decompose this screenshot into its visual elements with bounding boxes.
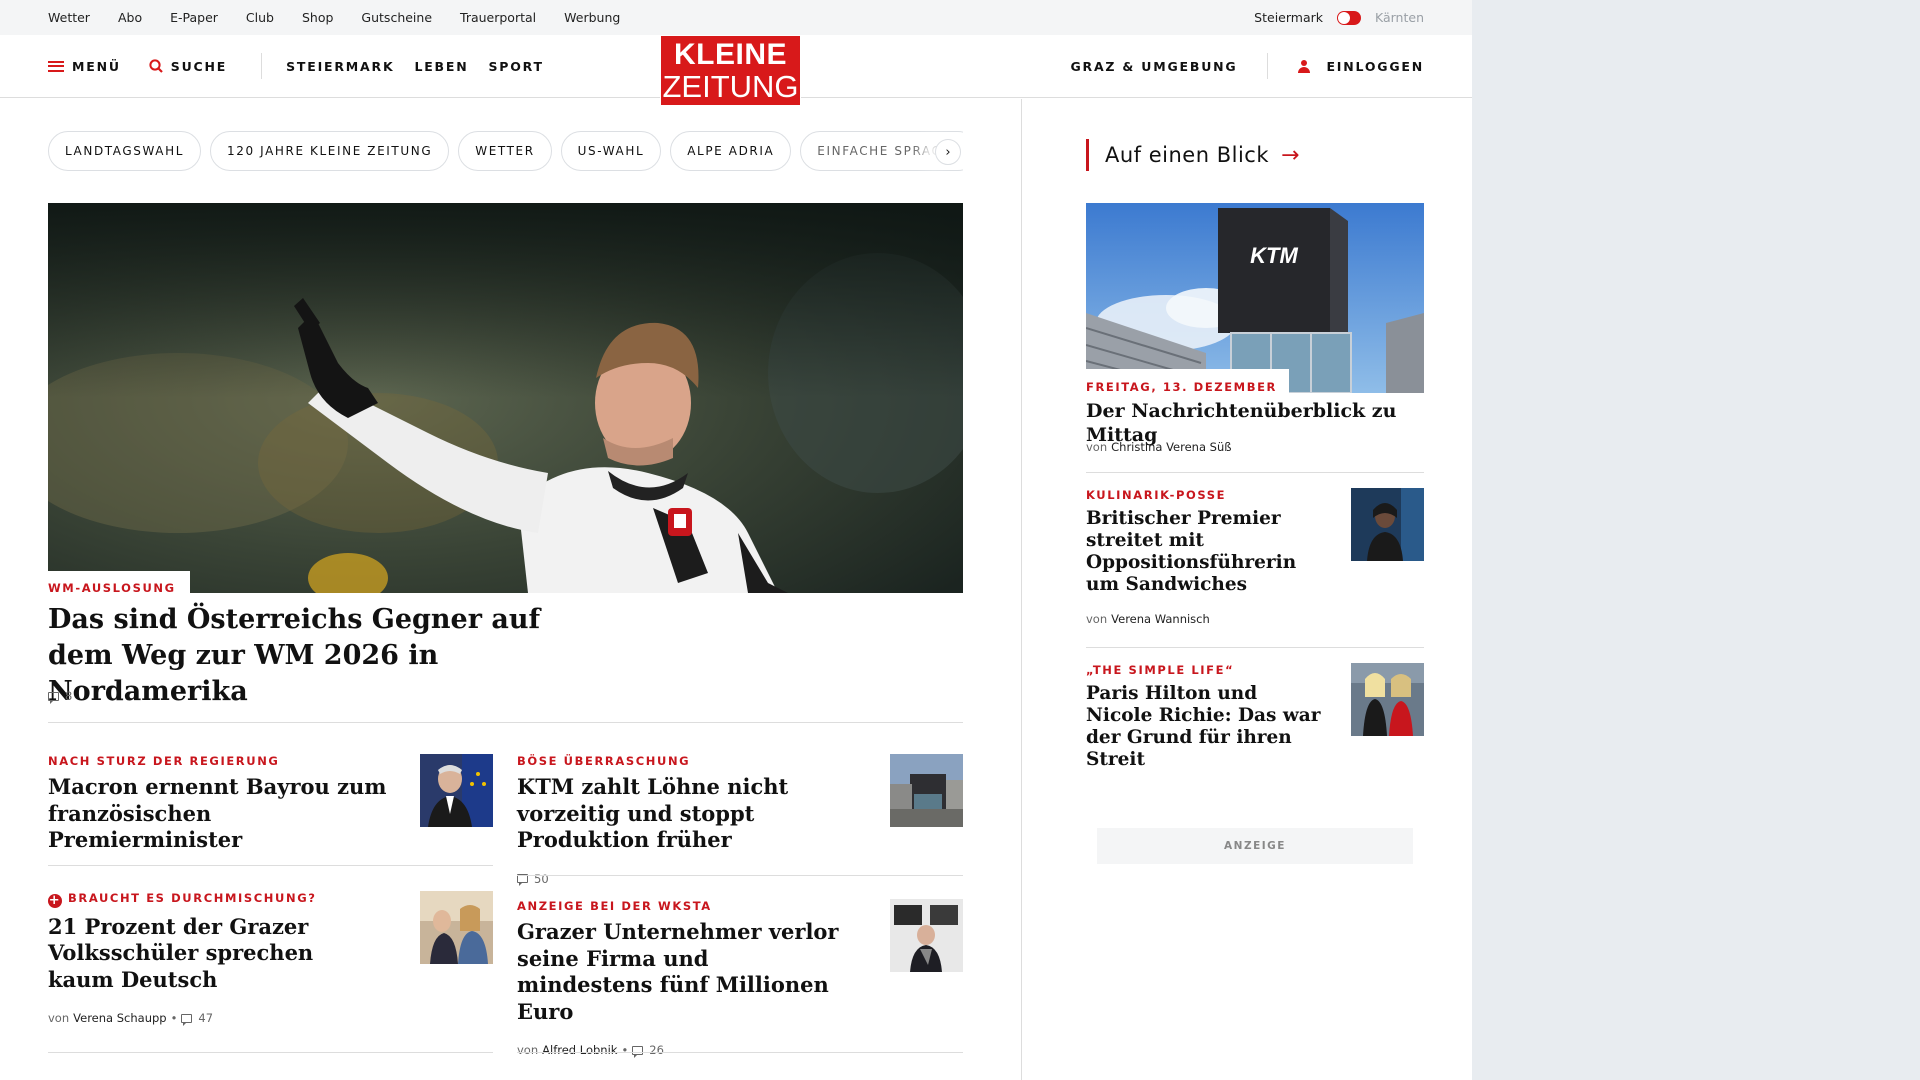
utility-links: Wetter Abo E-Paper Club Shop Gutscheine … <box>48 10 620 25</box>
article-macron[interactable]: NACH STURZ DER REGIERUNG Macron ernennt … <box>48 754 493 854</box>
article-title: Grazer Unternehmer verlor seine Firma un… <box>517 919 839 1024</box>
chip-120-jahre[interactable]: 120 JAHRE KLEINE ZEITUNG <box>210 131 450 171</box>
ad-placeholder: ANZEIGE <box>1097 828 1413 864</box>
sidebar-main-kicker-tag: FREITAG, 13. DEZEMBER <box>1086 369 1290 400</box>
comment-icon[interactable] <box>632 1045 644 1058</box>
hero-comments[interactable]: 8 <box>48 689 72 704</box>
article-thumbnail <box>1351 488 1424 561</box>
divider <box>1086 647 1424 648</box>
region-toggle[interactable] <box>1337 10 1361 25</box>
menu-label: MENÜ <box>72 58 121 74</box>
divider <box>48 722 963 723</box>
user-icon <box>1298 59 1311 73</box>
author-link[interactable]: Verena Schaupp <box>73 1011 166 1025</box>
plus-icon: + <box>48 893 62 908</box>
region-link[interactable]: GRAZ & UMGEBUNG <box>1070 59 1237 74</box>
article-meta: von Verena Wannisch <box>1086 612 1210 626</box>
header-divider <box>261 53 263 79</box>
utility-link-trauerportal[interactable]: Trauerportal <box>460 10 536 25</box>
hero-image[interactable] <box>48 203 963 593</box>
nav-sport[interactable]: SPORT <box>488 59 543 74</box>
login-label: EINLOGGEN <box>1326 58 1424 74</box>
comment-icon <box>48 691 59 704</box>
sidebar-article-sandwiches[interactable]: KULINARIK-POSSE Britischer Premier strei… <box>1086 488 1424 626</box>
hamburger-icon <box>48 60 64 72</box>
section-nav: STEIERMARK LEBEN SPORT <box>286 59 544 74</box>
article-volksschueler[interactable]: + BRAUCHT ES DURCHMISCHUNG? 21 Prozent de… <box>48 891 493 1026</box>
chip-wetter[interactable]: WETTER <box>458 131 552 171</box>
sidebar-main-image[interactable]: KTM <box>1086 203 1424 393</box>
news-site: Wetter Abo E-Paper Club Shop Gutscheine … <box>0 0 1472 1080</box>
utility-link-gutscheine[interactable]: Gutscheine <box>361 10 432 25</box>
chip-alpe-adria[interactable]: ALPE ADRIA <box>670 131 792 171</box>
article-thumbnail <box>420 754 493 827</box>
hero-kicker: WM-AUSLOSUNG <box>48 581 176 595</box>
sidebar-main-meta: von Christina Verena Süß <box>1086 440 1232 454</box>
hero-kicker-tag: WM-AUSLOSUNG <box>48 571 190 602</box>
article-title: Macron ernennt Bayrou zum französischen … <box>48 774 387 852</box>
login-button[interactable]: EINLOGGEN <box>1298 59 1424 74</box>
region-steiermark[interactable]: Steiermark <box>1254 10 1323 25</box>
sidebar-article-paris-hilton[interactable]: „THE SIMPLE LIFE“ Paris Hilton und Nicol… <box>1086 663 1424 771</box>
article-meta: von Alfred Lobnik • 26 <box>517 1043 664 1058</box>
chevron-right-icon[interactable]: › <box>935 139 961 165</box>
article-title: KTM zahlt Löhne nicht vorzeitig und stop… <box>517 774 789 852</box>
topic-chips: LANDTAGSWAHL 120 JAHRE KLEINE ZEITUNG WE… <box>48 131 963 171</box>
divider <box>517 875 963 876</box>
article-title: Paris Hilton und Nicole Richie: Das war … <box>1086 683 1321 770</box>
nav-steiermark[interactable]: STEIERMARK <box>286 59 394 74</box>
search-icon <box>149 59 163 73</box>
utility-link-werbung[interactable]: Werbung <box>564 10 620 25</box>
divider <box>1086 472 1424 473</box>
header-right: GRAZ & UMGEBUNG EINLOGGEN <box>1070 53 1424 79</box>
article-thumbnail <box>1351 663 1424 736</box>
utility-link-abo[interactable]: Abo <box>118 10 142 25</box>
menu-button[interactable]: MENÜ <box>48 59 121 74</box>
nav-leben[interactable]: LEBEN <box>414 59 468 74</box>
article-meta: von Verena Schaupp • 47 <box>48 1011 214 1026</box>
author-link[interactable]: Alfred Lobnik <box>542 1043 617 1057</box>
article-title: Britischer Premier streitet mit Oppositi… <box>1086 508 1297 595</box>
region-kaernten[interactable]: Kärnten <box>1375 10 1424 25</box>
utility-link-shop[interactable]: Shop <box>302 10 333 25</box>
region-switcher: Steiermark Kärnten <box>1254 10 1424 25</box>
divider <box>517 1052 963 1053</box>
ktm-sign: KTM <box>1250 243 1298 268</box>
utility-link-epaper[interactable]: E-Paper <box>170 10 218 25</box>
comment-icon[interactable] <box>181 1013 193 1026</box>
author-link[interactable]: Verena Wannisch <box>1111 612 1210 626</box>
search-label: SUCHE <box>170 58 228 74</box>
article-grazer-unternehmer[interactable]: ANZEIGE BEI DER WKSTA Grazer Unternehmer… <box>517 899 963 1058</box>
author-link[interactable]: Christina Verena Süß <box>1111 440 1231 454</box>
utility-link-club[interactable]: Club <box>246 10 274 25</box>
article-thumbnail <box>890 899 963 972</box>
article-thumbnail <box>890 754 963 827</box>
search-button[interactable]: SUCHE <box>149 59 227 74</box>
main-header: MENÜ SUCHE STEIERMARK LEBEN SPORT KLEINE… <box>0 35 1472 106</box>
hero-headline[interactable]: Das sind Österreichs Gegner auf dem Weg … <box>48 602 608 710</box>
utility-link-wetter[interactable]: Wetter <box>48 10 90 25</box>
chip-us-wahl[interactable]: US-WAHL <box>560 131 662 171</box>
chip-landtagswahl[interactable]: LANDTAGSWAHL <box>48 131 202 171</box>
arrow-right-icon: → <box>1281 142 1300 168</box>
sidebar-main-kicker: FREITAG, 13. DEZEMBER <box>1086 380 1278 394</box>
article-thumbnail <box>420 891 493 964</box>
header-divider-right <box>1267 53 1269 79</box>
article-comments[interactable]: 50 <box>517 872 963 886</box>
divider <box>48 1052 493 1053</box>
main-column: LANDTAGSWAHL 120 JAHRE KLEINE ZEITUNG WE… <box>0 99 1022 1080</box>
article-title: 21 Prozent der Grazer Volksschüler sprec… <box>48 913 314 992</box>
auf-einen-blick-heading[interactable]: Auf einen Blick → <box>1086 139 1300 171</box>
article-ktm-loehne[interactable]: BÖSE ÜBERRASCHUNG KTM zahlt Löhne nicht … <box>517 754 963 886</box>
utility-bar: Wetter Abo E-Paper Club Shop Gutscheine … <box>0 0 1472 35</box>
divider <box>48 865 493 866</box>
kleine-zeitung-logo[interactable]: KLEINE ZEITUNG <box>660 35 801 106</box>
